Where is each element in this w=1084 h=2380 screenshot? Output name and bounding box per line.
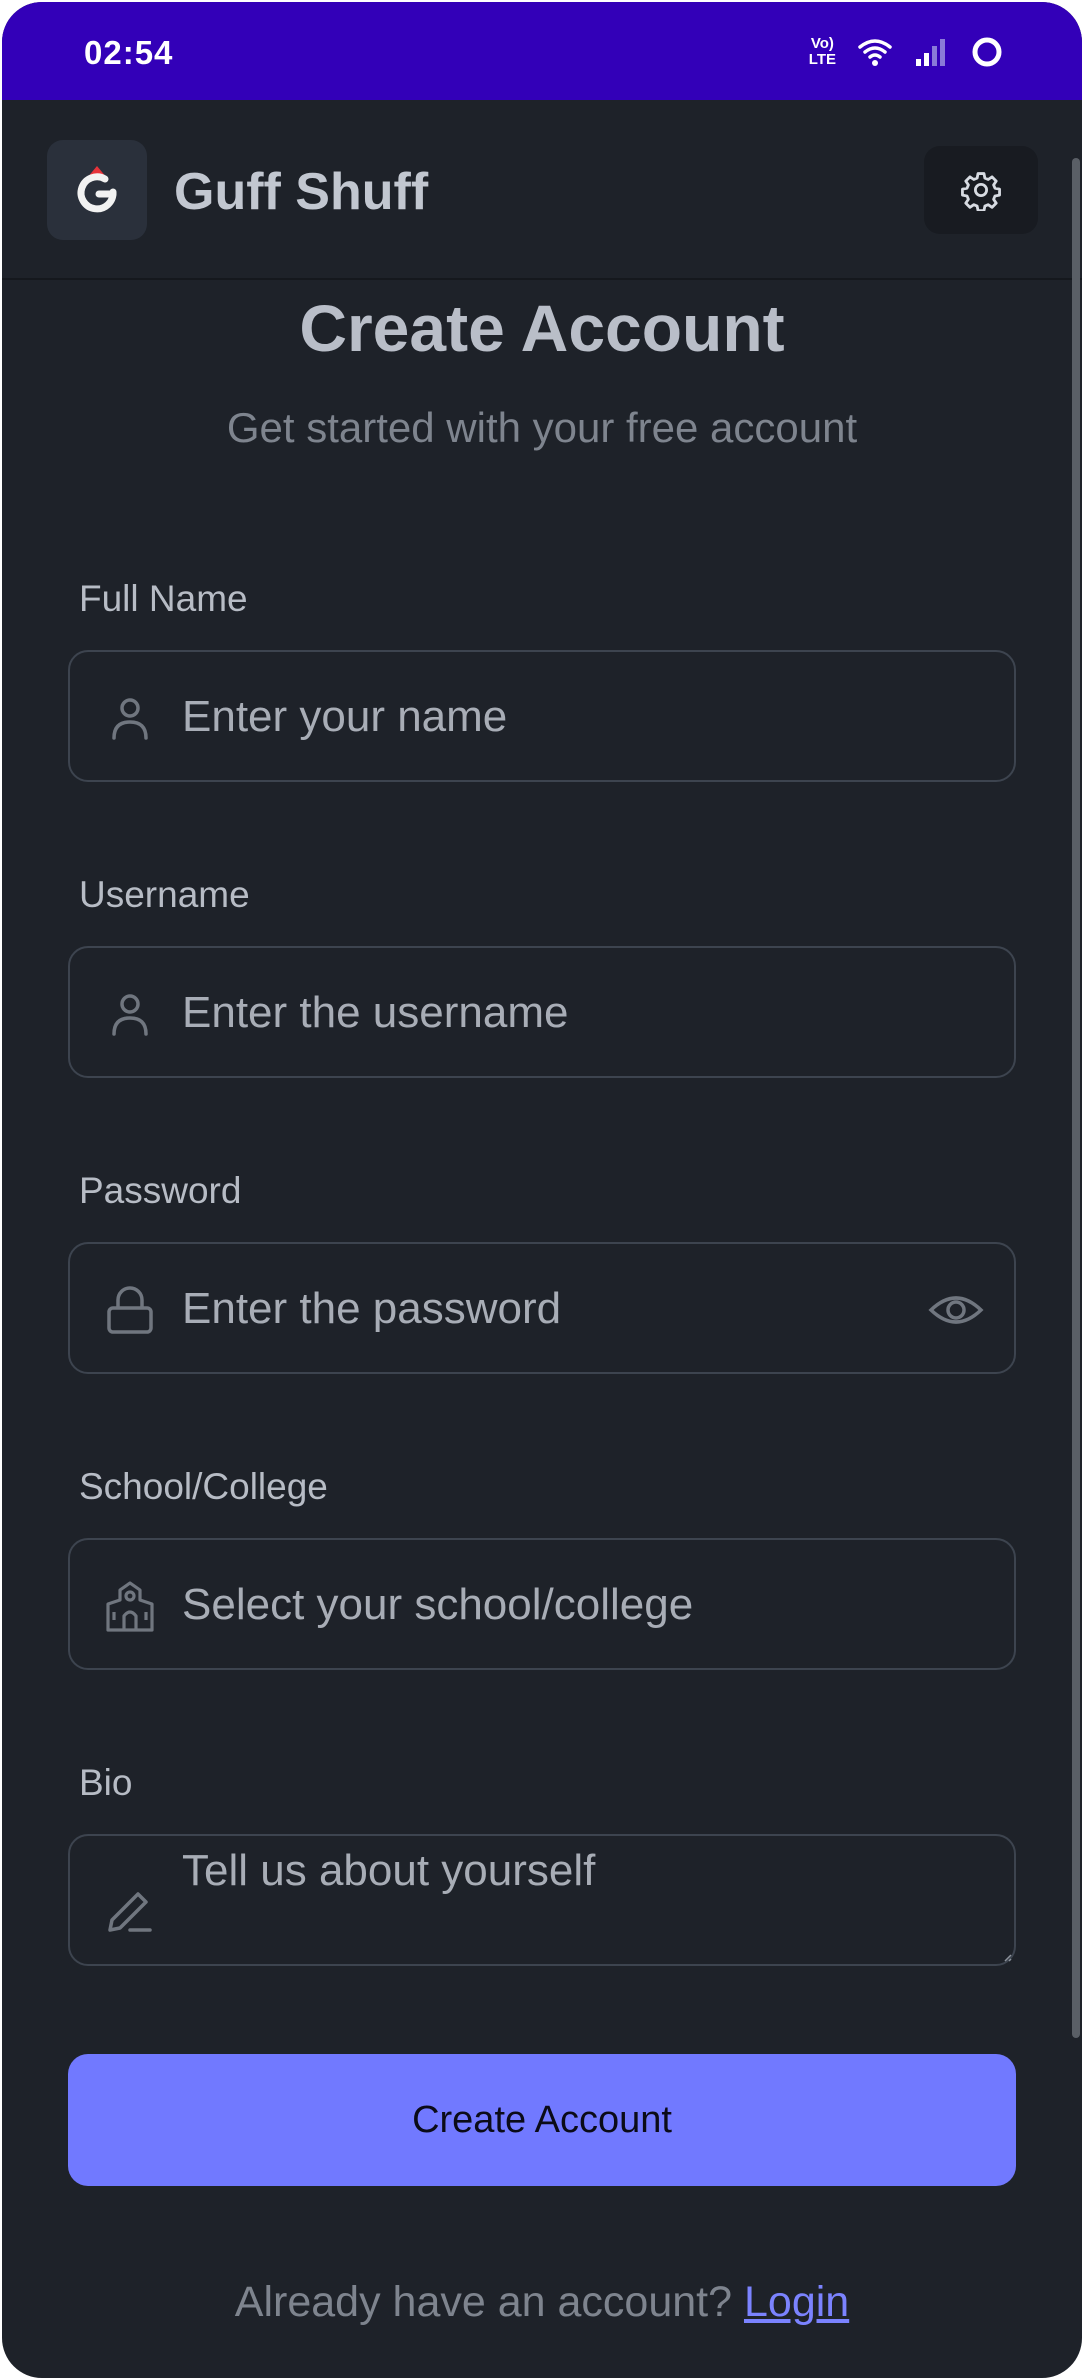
school-select[interactable]: Select your school/college [68,1538,1016,1670]
status-bar: 02:54 Vo) LTE [2,2,1082,100]
gear-icon [961,172,1001,211]
logo-icon [77,166,117,213]
full-name-label: Full Name [79,578,248,619]
username-placeholder: Enter the username [182,988,569,1037]
user-icon [112,698,148,740]
signal-icon [916,39,945,66]
status-icons: Vo) LTE [809,30,1004,74]
app-logo[interactable] [47,140,147,240]
pencil-icon [108,1892,152,1932]
resize-handle-icon[interactable] [1002,1952,1012,1962]
login-link[interactable]: Login [744,2278,849,2326]
password-placeholder: Enter the password [182,1284,562,1333]
login-prompt: Already have an account? Login [2,2278,1082,2327]
settings-button[interactable] [924,146,1038,234]
eye-icon[interactable] [928,1286,984,1334]
school-label: School/College [79,1466,328,1507]
bio-label: Bio [79,1762,133,1803]
bio-textarea[interactable]: Tell us about yourself [68,1834,1016,1966]
app-bar: Guff Shuff [2,100,1082,280]
phone-screen: 02:54 Vo) LTE Guff Shuff Create Account … [2,2,1082,2378]
password-label: Password [79,1170,242,1211]
full-name-placeholder: Enter your name [182,692,508,741]
login-prompt-text: Already have an account? [234,2278,733,2326]
battery-ring-icon [972,37,1002,67]
app-title: Guff Shuff [174,163,429,221]
wifi-icon [858,39,892,66]
lock-icon [107,1286,153,1334]
page-subtitle: Get started with your free account [226,404,858,451]
school-icon [106,1581,154,1632]
bio-placeholder: Tell us about yourself [182,1846,596,1895]
password-field[interactable]: Enter the password [68,1242,1016,1374]
create-account-button[interactable]: Create Account [68,2054,1016,2186]
user-icon [112,994,148,1036]
username-label: Username [79,874,250,915]
school-placeholder: Select your school/college [182,1580,694,1629]
username-field[interactable]: Enter the username [68,946,1016,1078]
status-time: 02:54 [84,34,174,71]
volte-icon: Vo) LTE [808,35,836,68]
full-name-field[interactable]: Enter your name [68,650,1016,782]
page-title: Create Account [299,291,785,365]
